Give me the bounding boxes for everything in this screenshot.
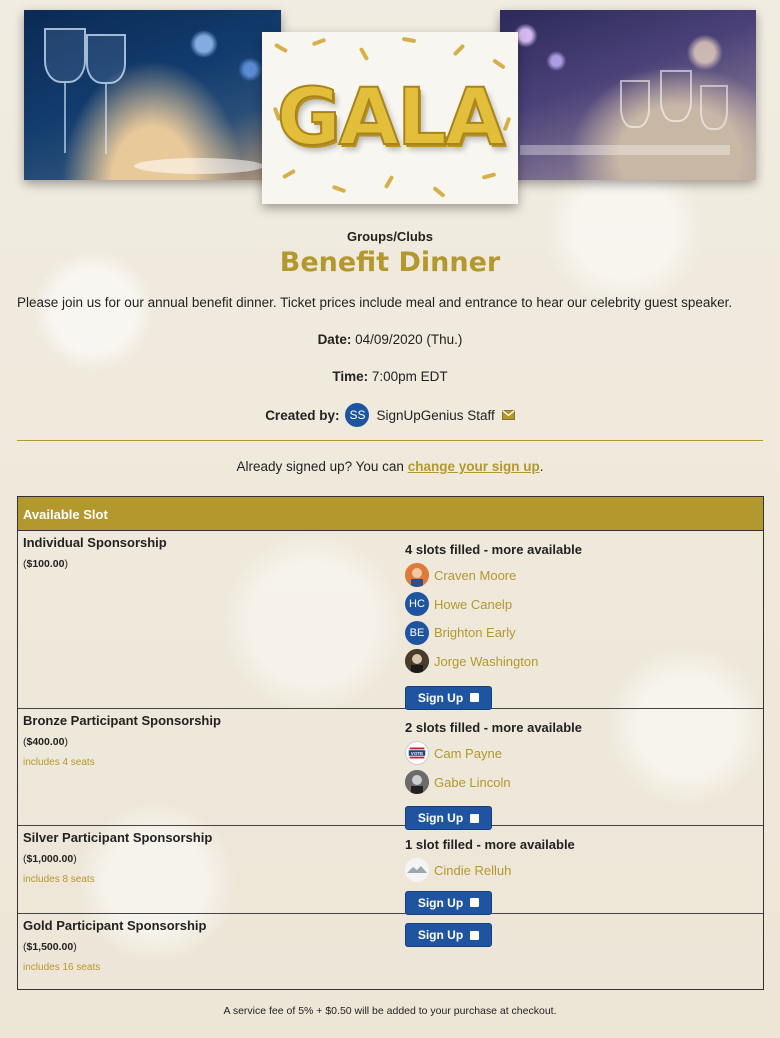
creator-label: Created by: bbox=[265, 407, 340, 423]
creator-line: Created by: SS SignUpGenius Staff bbox=[0, 403, 780, 427]
checkbox-icon bbox=[470, 930, 480, 940]
time-value: 7:00pm EDT bbox=[371, 369, 448, 384]
participant-avatar bbox=[405, 858, 429, 883]
checkbox-icon bbox=[470, 693, 480, 703]
participant: Gabe Lincoln bbox=[405, 768, 755, 797]
service-fee-note: A service fee of 5% + $0.50 will be adde… bbox=[223, 1005, 557, 1017]
date-value: 04/09/2020 (Thu.) bbox=[355, 332, 463, 347]
wine-glasses-photo bbox=[24, 10, 281, 180]
creator-name: SignUpGenius Staff bbox=[376, 407, 495, 423]
date-line: Date: 04/09/2020 (Thu.) bbox=[0, 332, 780, 347]
already-text: Already signed up? You can bbox=[236, 459, 404, 474]
slots-table: Available Slot Individual Sponsorship ($… bbox=[17, 496, 764, 990]
header-banner: GALA bbox=[0, 0, 780, 210]
svg-text:VOTE: VOTE bbox=[411, 751, 423, 756]
vote-button-avatar: VOTE bbox=[405, 741, 429, 766]
participant-name: Gabe Lincoln bbox=[434, 774, 511, 790]
slots-filled-status: 4 slots filled - more available bbox=[405, 542, 583, 557]
creator-avatar: SS bbox=[345, 403, 370, 427]
table-row: Individual Sponsorship ($100.00) 4 slots… bbox=[18, 531, 763, 710]
sign-up-label: Sign Up bbox=[417, 928, 464, 942]
time-line: Time: 7:00pm EDT bbox=[0, 369, 780, 384]
participant-avatar bbox=[405, 770, 429, 795]
time-label: Time: bbox=[332, 369, 369, 384]
participant: HC Howe Canelp bbox=[405, 590, 755, 619]
participant-avatar: BE bbox=[405, 620, 429, 645]
checkbox-icon bbox=[470, 898, 480, 908]
participant-name: Cam Payne bbox=[434, 745, 502, 761]
slot-price: ($100.00) bbox=[23, 558, 68, 570]
sign-up-label: Sign Up bbox=[417, 690, 464, 705]
table-row: Silver Participant Sponsorship ($1,000.0… bbox=[18, 826, 763, 915]
participant-name: Howe Canelp bbox=[434, 596, 513, 612]
participant-avatar: HC bbox=[405, 592, 429, 617]
slot-note: includes 4 seats bbox=[23, 757, 95, 768]
category-label: Groups/Clubs bbox=[347, 229, 433, 244]
slots-filled-status: 2 slots filled - more available bbox=[405, 720, 583, 735]
sign-up-button[interactable]: Sign Up bbox=[405, 890, 492, 915]
table-setting-photo bbox=[500, 10, 756, 180]
sign-up-button[interactable]: Sign Up bbox=[405, 685, 492, 710]
gala-balloon-photo: GALA bbox=[262, 32, 518, 204]
slot-note: includes 16 seats bbox=[23, 962, 101, 973]
participant-avatar bbox=[405, 563, 429, 588]
slot-note: includes 8 seats bbox=[23, 874, 95, 885]
table-header: Available Slot bbox=[18, 497, 763, 531]
slot-price: ($1,000.00) bbox=[23, 853, 77, 865]
sign-up-label: Sign Up bbox=[417, 811, 464, 826]
change-sign-up-link[interactable]: change your sign up bbox=[408, 459, 540, 474]
participant: Craven Moore bbox=[405, 561, 755, 590]
participant: VOTE Cam Payne bbox=[405, 739, 755, 768]
participant: Cindie Relluh bbox=[405, 856, 755, 885]
participant: BE Brighton Early bbox=[405, 618, 755, 647]
date-label: Date: bbox=[317, 332, 352, 347]
participant-name: Jorge Washington bbox=[434, 653, 539, 669]
table-row: Bronze Participant Sponsorship ($400.00)… bbox=[18, 709, 763, 831]
slot-name: Bronze Participant Sponsorship bbox=[23, 713, 221, 728]
page-title: Benefit Dinner bbox=[279, 247, 501, 278]
participant-avatar bbox=[405, 649, 429, 674]
event-description: Please join us for our annual benefit di… bbox=[17, 295, 733, 310]
participant-name: Cindie Relluh bbox=[434, 862, 512, 878]
slot-name: Individual Sponsorship bbox=[23, 535, 167, 550]
divider bbox=[17, 440, 763, 441]
slot-price: ($1,500.00) bbox=[23, 941, 77, 953]
participant-name: Brighton Early bbox=[434, 625, 516, 641]
table-row: Gold Participant Sponsorship ($1,500.00)… bbox=[18, 914, 763, 989]
slot-name: Gold Participant Sponsorship bbox=[23, 918, 207, 933]
slots-filled-status: 1 slot filled - more available bbox=[405, 837, 575, 852]
sign-up-label: Sign Up bbox=[417, 895, 464, 910]
slot-name: Silver Participant Sponsorship bbox=[23, 830, 213, 845]
mail-icon[interactable] bbox=[501, 408, 515, 423]
participant: Jorge Washington bbox=[405, 647, 755, 676]
already-signed-up: Already signed up? You can change your s… bbox=[0, 459, 780, 474]
participant-name: Craven Moore bbox=[434, 567, 517, 583]
already-end: . bbox=[539, 459, 544, 474]
checkbox-icon bbox=[470, 813, 480, 823]
sign-up-button[interactable]: Sign Up bbox=[405, 923, 492, 947]
gala-balloon-text: GALA bbox=[276, 72, 506, 164]
slot-price: ($400.00) bbox=[23, 736, 68, 748]
